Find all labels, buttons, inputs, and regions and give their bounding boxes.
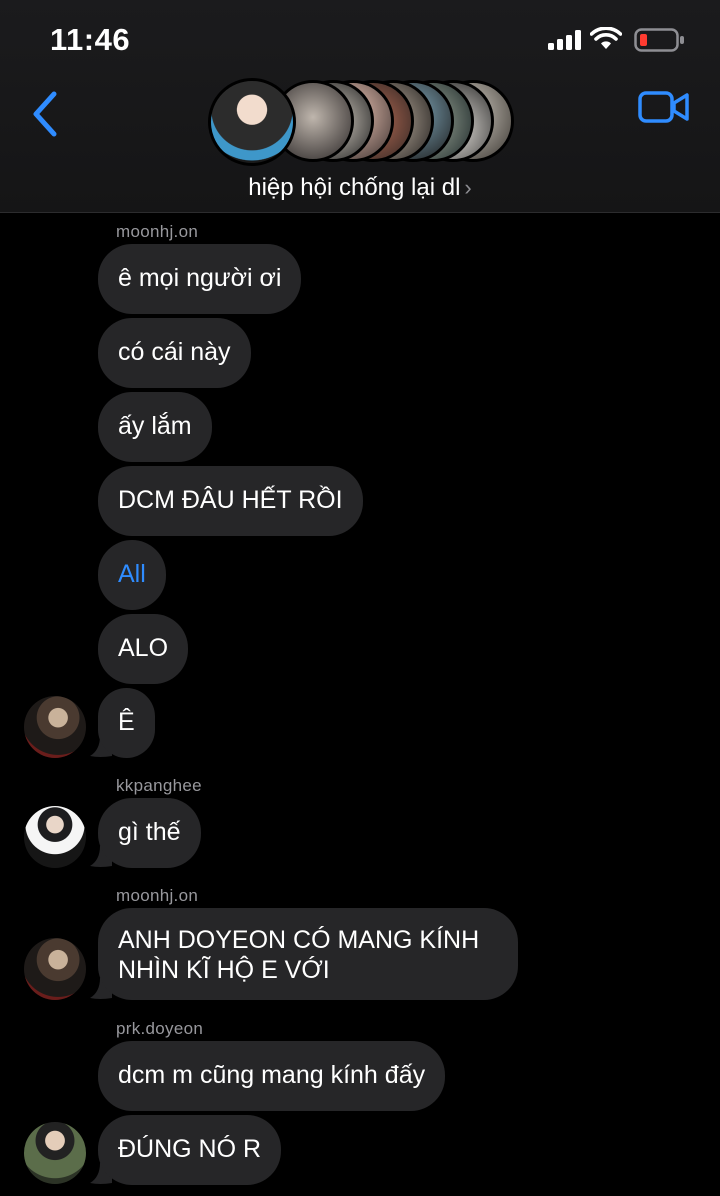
message-bubble[interactable]: ALO [98, 614, 189, 684]
message-bubble[interactable]: DCM ĐÂU HẾT RỒI [98, 466, 363, 536]
message-text: có cái này [118, 338, 231, 366]
message-bubble[interactable]: All [98, 540, 166, 610]
message-bubble[interactable]: dcm m cũng mang kính đấy [98, 1041, 446, 1111]
chevron-left-icon [33, 91, 57, 137]
message-bubble[interactable]: Ê [98, 688, 155, 758]
message-text: ALO [118, 634, 169, 662]
sender-avatar[interactable] [24, 1122, 86, 1184]
status-time: 11:46 [50, 22, 131, 57]
video-camera-icon [638, 91, 689, 123]
chevron-right-icon: › [464, 175, 472, 200]
message-text: Ê [118, 708, 135, 736]
message-text: DCM ĐÂU HẾT RỒI [118, 486, 343, 514]
message-bubble[interactable]: ấy lắm [98, 392, 212, 462]
sender-avatar[interactable] [24, 806, 86, 868]
message-text: ĐÚNG NÓ R [118, 1135, 262, 1163]
message-text: ANH DOYEON CÓ MANG KÍNH NHÌN KĨ HỘ E VỚI [118, 926, 480, 984]
wifi-icon [590, 27, 622, 49]
sender-avatar[interactable] [24, 938, 86, 1000]
member-avatar [208, 78, 296, 166]
sender-name: moonhj.on [116, 886, 199, 905]
mention-all-link[interactable]: All [118, 560, 146, 588]
back-button[interactable] [28, 90, 64, 138]
group-name: hiệp hội chống lại dl [248, 174, 461, 201]
message-bubble[interactable]: ĐÚNG NÓ R [98, 1115, 282, 1185]
message-text: dcm m cũng mang kính đấy [118, 1061, 426, 1089]
signal-bars-icon [548, 30, 581, 50]
message-text: gì thế [118, 818, 181, 846]
message-bubble[interactable]: gì thế [98, 798, 201, 868]
status-bar: 11:46 [0, 0, 720, 80]
sender-name: prk.doyeon [116, 1019, 204, 1038]
group-title[interactable]: hiệp hội chống lại dl › [0, 174, 720, 202]
group-avatar-stack[interactable] [206, 78, 514, 166]
message-text: ấy lắm [118, 412, 192, 440]
sender-avatar[interactable] [24, 696, 86, 758]
sender-name: moonhj.on [116, 222, 199, 241]
sender-name: kkpanghee [116, 776, 202, 795]
message-bubble[interactable]: ANH DOYEON CÓ MANG KÍNH NHÌN KĨ HỘ E VỚI [98, 908, 518, 1000]
battery-icon [634, 28, 684, 52]
message-bubble[interactable]: có cái này [98, 318, 251, 388]
message-bubble[interactable]: ê mọi người ơi [98, 244, 302, 314]
message-text: ê mọi người ơi [118, 264, 282, 292]
video-call-button[interactable] [638, 90, 690, 124]
